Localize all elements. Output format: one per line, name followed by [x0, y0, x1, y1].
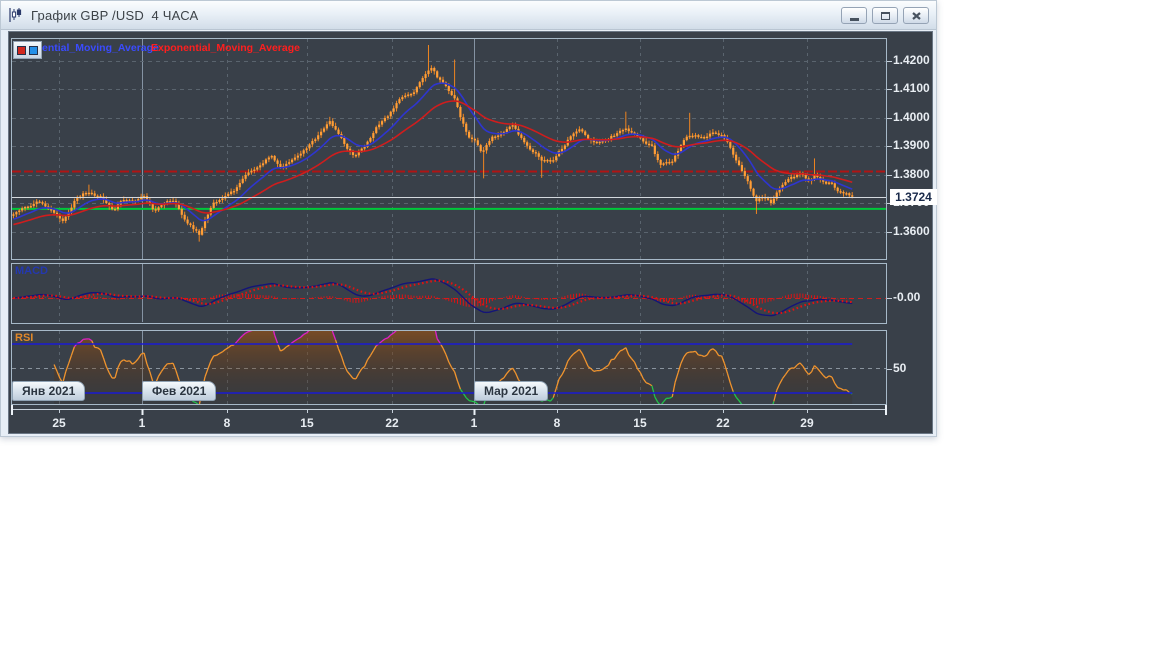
indicator-legend	[13, 41, 42, 59]
maximize-icon	[881, 12, 890, 20]
window-controls	[841, 7, 929, 24]
macd-axis-value: -0.00	[893, 290, 920, 304]
month-badge[interactable]: Мар 2021	[474, 381, 548, 401]
time-axis-label: 29	[800, 416, 813, 430]
minimize-button[interactable]	[841, 7, 867, 24]
chart-area: ential_Moving_Average Exponential_Moving…	[8, 31, 933, 434]
time-axis-label: 22	[385, 416, 398, 430]
month-badge[interactable]: Янв 2021	[12, 381, 85, 401]
time-axis-label: 8	[554, 416, 561, 430]
time-axis-label: 8	[224, 416, 231, 430]
chart-window: График GBP /USD 4 ЧАСА ential_Moving_Ave…	[0, 0, 937, 437]
price-chart-canvas[interactable]	[9, 32, 932, 433]
price-axis-label: 1.4100	[893, 81, 930, 95]
close-icon	[912, 12, 921, 20]
window-titlebar[interactable]: График GBP /USD 4 ЧАСА	[1, 1, 936, 30]
rsi-axis-value: 50	[893, 361, 906, 375]
time-axis-label: 22	[716, 416, 729, 430]
maximize-button[interactable]	[872, 7, 898, 24]
current-price-tag: 1.3724	[890, 189, 937, 205]
ema-blue-swatch-button[interactable]	[29, 46, 38, 55]
macd-label: MACD	[15, 265, 48, 277]
close-button[interactable]	[903, 7, 929, 24]
ema-red-swatch-button[interactable]	[17, 46, 26, 55]
price-axis-label: 1.4000	[893, 110, 930, 124]
price-axis-label: 1.3900	[893, 138, 930, 152]
chart-app-icon	[7, 6, 25, 24]
ema-slow-legend-label: Exponential_Moving_Average	[151, 42, 300, 54]
rsi-label: RSI	[15, 332, 33, 344]
desktop: График GBP /USD 4 ЧАСА ential_Moving_Ave…	[0, 0, 1152, 648]
time-axis-label: 1	[471, 416, 478, 430]
minimize-icon	[850, 18, 859, 21]
month-badge[interactable]: Фев 2021	[142, 381, 216, 401]
time-axis-label: 15	[300, 416, 313, 430]
ema-fast-legend-label: ential_Moving_Average	[42, 42, 159, 54]
window-title: График GBP /USD 4 ЧАСА	[31, 8, 198, 23]
price-axis-label: 1.3600	[893, 224, 930, 238]
price-axis-label: 1.3800	[893, 167, 930, 181]
time-axis-label: 1	[139, 416, 146, 430]
time-axis-label: 15	[633, 416, 646, 430]
price-axis-label: 1.4200	[893, 53, 930, 67]
time-axis-label: 25	[52, 416, 65, 430]
